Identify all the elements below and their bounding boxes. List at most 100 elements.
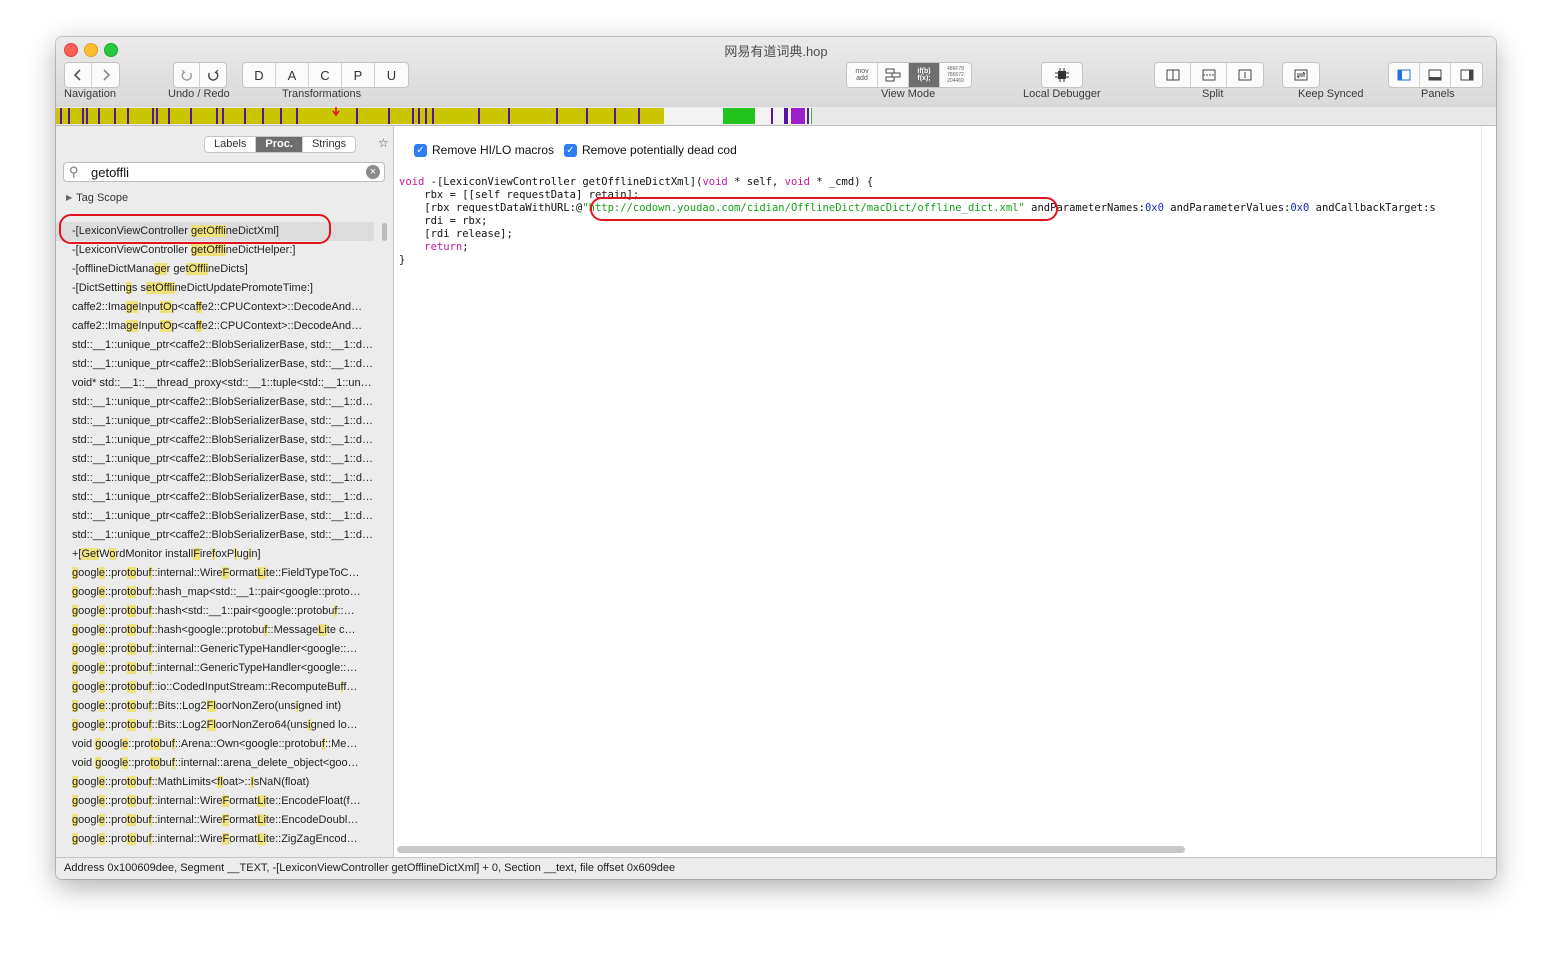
transform-p-button[interactable]: P <box>342 63 375 87</box>
procedure-list-item[interactable]: -[offlineDictManager getOfflineDicts] <box>56 260 374 279</box>
procedure-list-item[interactable]: google::protobuf::internal::GenericTypeH… <box>56 640 374 659</box>
transform-c-button[interactable]: C <box>309 63 342 87</box>
procedure-list-item[interactable]: google::protobuf::Bits::Log2FloorNonZero… <box>56 716 374 735</box>
procedure-list-item[interactable]: -[DictSettings setOfflineDictUpdatePromo… <box>56 279 374 298</box>
procedure-list-item[interactable]: void* std::__1::__thread_proxy<std::__1:… <box>56 374 374 393</box>
status-bar: Address 0x100609dee, Segment __TEXT, -[L… <box>56 857 1496 879</box>
procedure-marker <box>356 108 358 124</box>
procedure-marker <box>262 108 264 124</box>
procedure-list-item[interactable]: google::protobuf::MathLimits<float>::IsN… <box>56 773 374 792</box>
bookmarks-star-icon[interactable]: ☆ <box>378 136 389 150</box>
nav-back-button[interactable] <box>65 63 92 87</box>
remove-hilo-macros-checkbox[interactable]: ✓ Remove HI/LO macros <box>414 143 554 157</box>
procedure-list-item[interactable]: std::__1::unique_ptr<caffe2::BlobSeriali… <box>56 412 374 431</box>
split-single-button[interactable] <box>1227 63 1263 87</box>
procedure-list-item[interactable]: google::protobuf::hash_map<std::__1::pai… <box>56 583 374 602</box>
split-vertical-icon <box>1166 69 1179 81</box>
procedure-marker <box>614 108 616 124</box>
panels-group <box>1388 62 1483 88</box>
remove-dead-code-label: Remove potentially dead cod <box>582 143 737 157</box>
tab-strings[interactable]: Strings <box>303 137 355 152</box>
tag-scope-label: Tag Scope <box>76 192 129 204</box>
segment-navigation-bar[interactable] <box>56 107 1496 126</box>
procedure-list-item[interactable]: google::protobuf::hash<std::__1::pair<go… <box>56 602 374 621</box>
transformations-group: D A C P U <box>242 62 409 88</box>
procedure-list-item[interactable]: +[GetWordMonitor installFirefoxPlugin] <box>56 545 374 564</box>
procedure-list-item[interactable]: std::__1::unique_ptr<caffe2::BlobSeriali… <box>56 469 374 488</box>
procedure-list-item[interactable]: google::protobuf::internal::WireFormatLi… <box>56 811 374 830</box>
procedure-list-item[interactable]: void google::protobuf::internal::arena_d… <box>56 754 374 773</box>
procedure-list-item[interactable]: std::__1::unique_ptr<caffe2::BlobSeriali… <box>56 526 374 545</box>
procedure-list-item[interactable]: -[LexiconViewController getOfflineDictXm… <box>56 222 374 241</box>
search-field[interactable]: ⚲ getoffli × <box>63 162 385 182</box>
view-mode-assembly-button[interactable]: mov add <box>847 63 878 87</box>
keyword: void <box>702 176 728 188</box>
procedure-list-item[interactable]: google::protobuf::internal::WireFormatLi… <box>56 830 374 849</box>
split-horizontal-button[interactable] <box>1191 63 1227 87</box>
keyword: return <box>424 241 463 253</box>
procedure-list-item[interactable]: google::protobuf::io::CodedInputStream::… <box>56 678 374 697</box>
procedure-list-item[interactable]: google::protobuf::internal::WireFormatLi… <box>56 564 374 583</box>
remove-dead-code-checkbox[interactable]: ✓ Remove potentially dead cod <box>564 143 737 157</box>
procedure-list-item[interactable]: google::protobuf::Bits::Log2FloorNonZero… <box>56 697 374 716</box>
procedure-marker <box>127 108 129 124</box>
transform-u-button[interactable]: U <box>375 63 408 87</box>
code-fragment: ; <box>462 241 469 253</box>
local-debugger-button[interactable] <box>1042 63 1082 87</box>
procedure-marker <box>638 108 640 124</box>
procedure-list-item[interactable]: std::__1::unique_ptr<caffe2::BlobSeriali… <box>56 450 374 469</box>
procedure-list-item[interactable]: caffe2::ImageInputOp<caffe2::CPUContext>… <box>56 317 374 336</box>
tag-scope-disclosure[interactable]: ▶ Tag Scope <box>66 192 128 204</box>
horizontal-scrollbar[interactable] <box>397 846 1185 853</box>
procedure-list-item[interactable]: -[LexiconViewController getOfflineDictHe… <box>56 241 374 260</box>
redo-button[interactable] <box>200 63 226 87</box>
toggle-bottom-panel-button[interactable] <box>1420 63 1451 87</box>
procedure-list-item[interactable]: std::__1::unique_ptr<caffe2::BlobSeriali… <box>56 355 374 374</box>
keep-synced-group <box>1282 62 1320 88</box>
code-fragment: * self, <box>727 176 785 188</box>
search-icon: ⚲ <box>69 164 79 179</box>
toggle-right-panel-button[interactable] <box>1451 63 1482 87</box>
view-mode-cfg-button[interactable] <box>878 63 909 87</box>
procedure-marker <box>791 108 805 124</box>
clear-search-icon[interactable]: × <box>366 165 380 179</box>
toggle-left-panel-button[interactable] <box>1389 63 1420 87</box>
number-literal: 0x0 <box>1144 202 1164 214</box>
procedure-marker <box>190 108 192 124</box>
search-input[interactable]: getoffli <box>91 165 129 180</box>
procedure-list-item[interactable]: std::__1::unique_ptr<caffe2::BlobSeriali… <box>56 507 374 526</box>
procedure-list-item[interactable]: google::protobuf::internal::GenericTypeH… <box>56 659 374 678</box>
nav-forward-button[interactable] <box>92 63 119 87</box>
code-fragment: * _cmd) { <box>809 176 874 188</box>
procedure-list-item[interactable]: std::__1::unique_ptr<caffe2::BlobSeriali… <box>56 488 374 507</box>
undo-button[interactable] <box>174 63 200 87</box>
procedure-list-item[interactable]: std::__1::unique_ptr<caffe2::BlobSeriali… <box>56 393 374 412</box>
procedure-list-item[interactable]: google::protobuf::hash<google::protobuf:… <box>56 621 374 640</box>
keyword: void <box>399 176 425 188</box>
code-fragment: andCallbackTarget:s <box>1309 202 1436 214</box>
view-mode-pseudocode-button[interactable]: if(b) f(x); <box>909 63 940 87</box>
transformations-label: Transformations <box>282 88 362 100</box>
procedure-list-item[interactable]: std::__1::unique_ptr<caffe2::BlobSeriali… <box>56 336 374 355</box>
chevron-left-icon <box>73 69 81 81</box>
procedure-list-scrollbar[interactable] <box>382 223 387 241</box>
procedure-list-item[interactable]: void google::protobuf::Arena::Own<google… <box>56 735 374 754</box>
split-vertical-button[interactable] <box>1155 63 1191 87</box>
procedure-list-item[interactable]: caffe2::ImageInputOp<caffe2::CPUContext>… <box>56 298 374 317</box>
pseudocode-text[interactable]: void -[LexiconViewController getOfflineD… <box>399 176 1436 267</box>
transform-a-button[interactable]: A <box>276 63 309 87</box>
unexplored-region <box>664 108 724 124</box>
tab-labels[interactable]: Labels <box>205 137 257 152</box>
view-mode-hex-button[interactable]: 486F78 786572 204469 <box>940 63 971 87</box>
procedure-list-item[interactable]: google::protobuf::internal::WireFormatLi… <box>56 792 374 811</box>
checkmark-icon: ✓ <box>564 143 577 157</box>
view-mode-group: mov add if(b) f(x); 486F78 786572 204469 <box>846 62 972 88</box>
keep-synced-button[interactable] <box>1283 63 1319 87</box>
procedure-marker <box>388 108 390 124</box>
procedure-list-item[interactable]: std::__1::unique_ptr<caffe2::BlobSeriali… <box>56 431 374 450</box>
single-pane-icon <box>1238 69 1252 81</box>
tab-procedures[interactable]: Proc. <box>256 137 303 152</box>
transform-d-button[interactable]: D <box>243 63 276 87</box>
pseudocode-view: ✓ Remove HI/LO macros ✓ Remove potentially… <box>394 126 1496 857</box>
view-mode-label: View Mode <box>881 88 936 100</box>
